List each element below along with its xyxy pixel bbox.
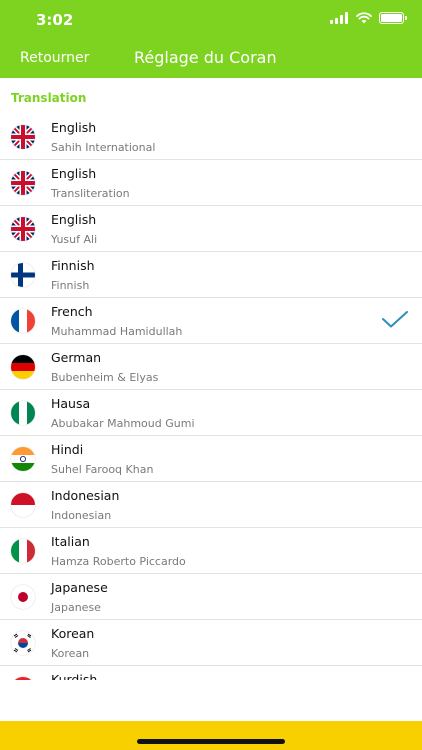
translation-list[interactable]: English Sahih International English Transli… bbox=[0, 114, 422, 680]
uk-flag-icon bbox=[11, 125, 35, 149]
wifi-icon bbox=[356, 12, 372, 24]
translation-row-english[interactable]: English Transliteration bbox=[0, 160, 422, 206]
translation-language: German bbox=[51, 350, 102, 365]
translation-row-korean[interactable]: Korean Korean bbox=[0, 620, 422, 666]
translation-translator: Abubakar Mahmoud Gumi bbox=[51, 417, 195, 430]
germany-flag-icon bbox=[11, 355, 35, 379]
bottom-bar bbox=[0, 721, 422, 750]
finland-flag-icon bbox=[11, 263, 35, 287]
translation-language: English bbox=[51, 212, 97, 227]
translation-translator: Sahih International bbox=[51, 141, 156, 154]
nigeria-flag-icon bbox=[11, 401, 35, 425]
translation-translator: Bubenheim & Elyas bbox=[51, 371, 159, 384]
translation-language: Hindi bbox=[51, 442, 84, 457]
translation-row-kurdish[interactable]: Kurdish bbox=[0, 666, 422, 680]
translation-language: English bbox=[51, 120, 97, 135]
status-time: 3:02 bbox=[36, 11, 74, 29]
translation-language: Japanese bbox=[51, 580, 108, 595]
translation-language: Kurdish bbox=[51, 672, 98, 680]
translation-language: English bbox=[51, 166, 97, 181]
france-flag-icon bbox=[11, 309, 35, 333]
translation-translator: Yusuf Ali bbox=[51, 233, 98, 246]
indonesia-flag-icon bbox=[11, 493, 35, 517]
navigation-header: 3:02 Retourner Réglage du Coran bbox=[0, 0, 422, 78]
translation-language: Finnish bbox=[51, 258, 95, 273]
translation-row-indonesian[interactable]: Indonesian Indonesian bbox=[0, 482, 422, 528]
korea-flag-icon bbox=[11, 631, 35, 655]
uk-flag-icon bbox=[11, 217, 35, 241]
translation-translator: Indonesian bbox=[51, 509, 112, 522]
status-icons bbox=[330, 12, 407, 24]
translation-row-french[interactable]: French Muhammad Hamidullah bbox=[0, 298, 422, 344]
india-flag-icon bbox=[11, 447, 35, 471]
translation-row-english[interactable]: English Yusuf Ali bbox=[0, 206, 422, 252]
page-title: Réglage du Coran bbox=[134, 48, 277, 67]
translation-row-italian[interactable]: Italian Hamza Roberto Piccardo bbox=[0, 528, 422, 574]
translation-translator: Suhel Farooq Khan bbox=[51, 463, 154, 476]
translation-row-finnish[interactable]: Finnish Finnish bbox=[0, 252, 422, 298]
kurdistan-flag-icon bbox=[11, 677, 35, 680]
translation-language: French bbox=[51, 304, 93, 319]
translation-row-german[interactable]: German Bubenheim & Elyas bbox=[0, 344, 422, 390]
japan-flag-icon bbox=[11, 585, 35, 609]
checkmark-icon bbox=[382, 311, 408, 328]
translation-row-english[interactable]: English Sahih International bbox=[0, 114, 422, 160]
italy-flag-icon bbox=[11, 539, 35, 563]
translation-translator: Japanese bbox=[51, 601, 101, 614]
section-header-translation: Translation bbox=[11, 91, 87, 105]
translation-translator: Hamza Roberto Piccardo bbox=[51, 555, 186, 568]
battery-icon bbox=[379, 12, 407, 24]
translation-language: Korean bbox=[51, 626, 95, 641]
uk-flag-icon bbox=[11, 171, 35, 195]
translation-translator: Muhammad Hamidullah bbox=[51, 325, 183, 338]
translation-language: Italian bbox=[51, 534, 90, 549]
translation-language: Hausa bbox=[51, 396, 91, 411]
home-indicator bbox=[137, 739, 285, 744]
translation-language: Indonesian bbox=[51, 488, 120, 503]
back-button[interactable]: Retourner bbox=[20, 50, 89, 66]
cellular-signal-icon bbox=[330, 12, 350, 24]
translation-translator: Korean bbox=[51, 647, 90, 660]
translation-translator: Transliteration bbox=[51, 187, 130, 200]
translation-row-hindi[interactable]: Hindi Suhel Farooq Khan bbox=[0, 436, 422, 482]
translation-row-hausa[interactable]: Hausa Abubakar Mahmoud Gumi bbox=[0, 390, 422, 436]
translation-translator: Finnish bbox=[51, 279, 90, 292]
translation-row-japanese[interactable]: Japanese Japanese bbox=[0, 574, 422, 620]
